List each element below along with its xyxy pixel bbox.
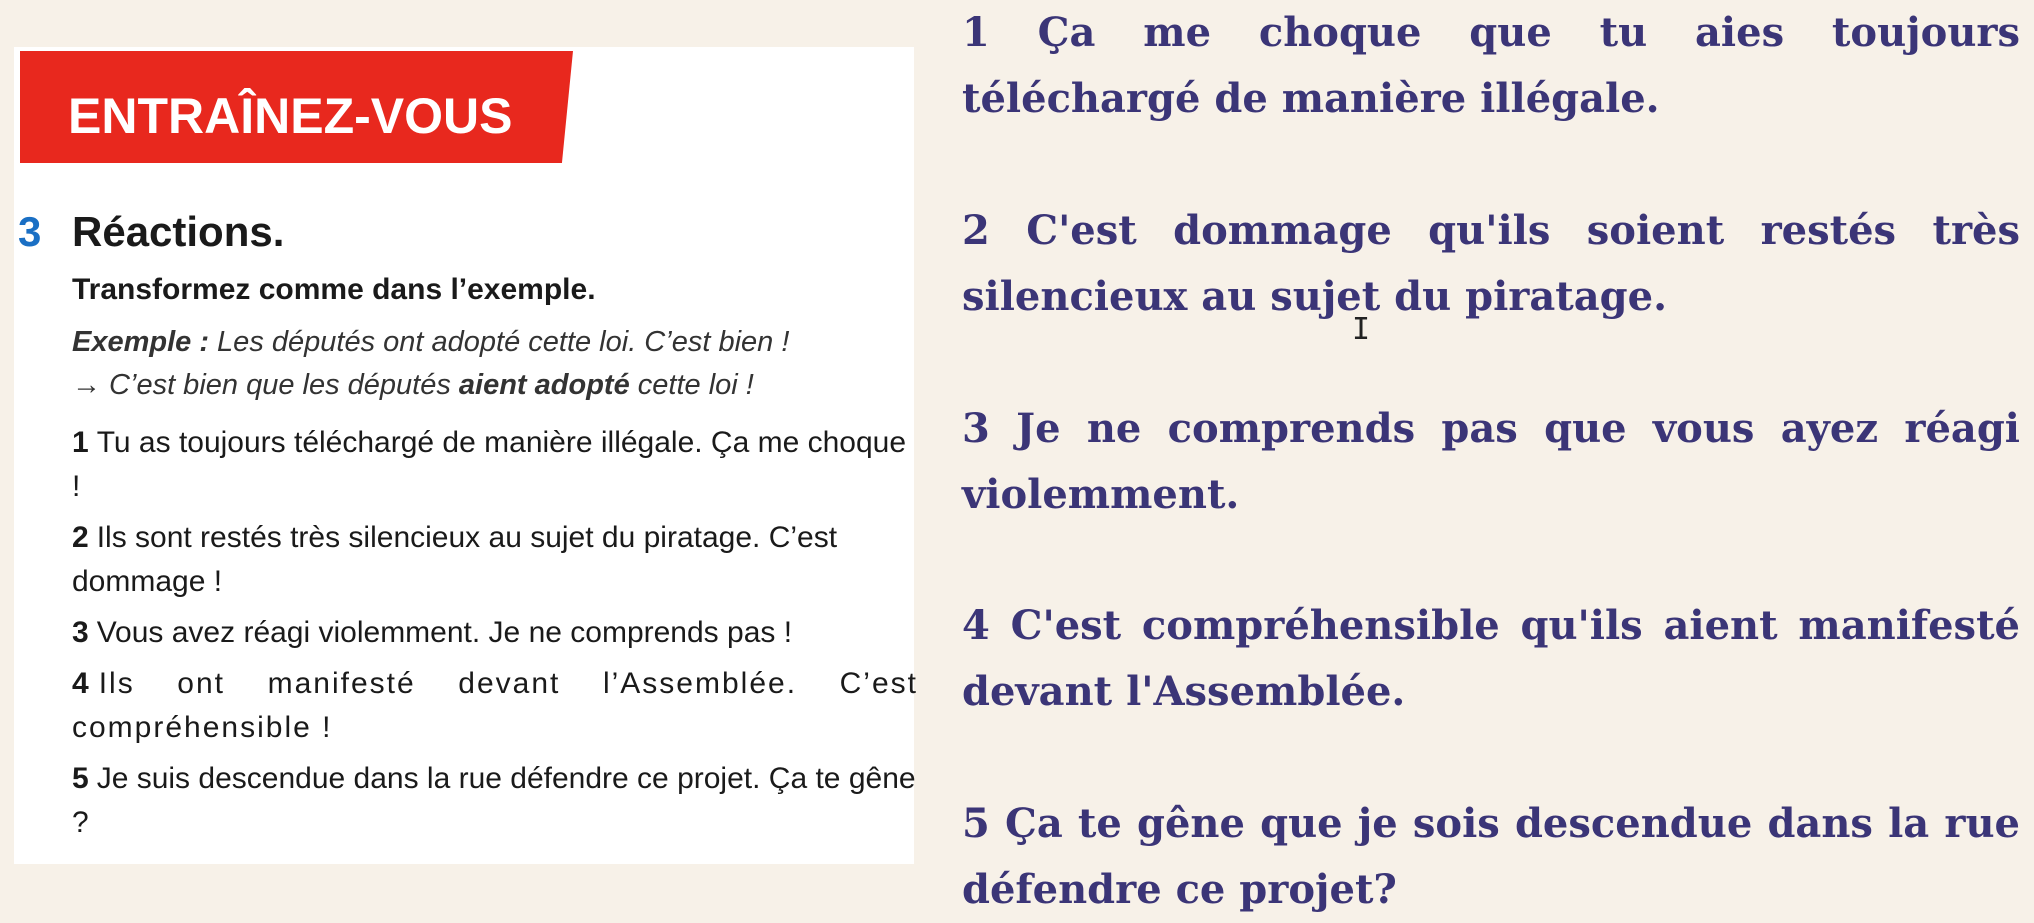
item-number: 4	[72, 667, 91, 700]
textbook-excerpt: ENTRAÎNEZ-VOUS 3 Réactions. Transformez …	[14, 47, 916, 864]
item-text: Ils ont manifesté devant l’Assemblée. C’…	[72, 667, 918, 744]
exercise-items: 1 Tu as toujours téléchargé de manière il…	[72, 421, 918, 852]
example-answer-line: → C’est bien que les députés aient adopt…	[72, 364, 912, 407]
example-label: Exemple :	[72, 326, 209, 358]
exercise-item: 5 Je suis descendue dans la rue défendre …	[72, 757, 918, 845]
answer-1: 1 Ça me choque que tu aies toujours télé…	[962, 9, 2020, 122]
example-end-text: cette loi !	[629, 369, 754, 401]
answer-4: 4 C'est compréhensible qu'ils aient mani…	[962, 602, 2020, 715]
item-text: Ils sont restés très silencieux au sujet…	[72, 521, 838, 598]
item-number: 2	[72, 521, 89, 554]
exercise-example: Exemple : Les députés ont adopté cette l…	[72, 321, 912, 407]
banner-title: ENTRAÎNEZ-VOUS	[68, 88, 513, 144]
example-text: Les députés ont adopté cette loi. C’est …	[209, 326, 790, 358]
exercise-item: 3 Vous avez réagi violemment. Je ne compr…	[72, 611, 918, 655]
section-banner: ENTRAÎNEZ-VOUS	[20, 51, 573, 163]
exercise-item: 2 Ils sont restés très silencieux au suje…	[72, 516, 918, 604]
exercise-title: Réactions.	[72, 208, 285, 255]
exercise-instruction: Transformez comme dans l’exemple.	[72, 273, 596, 306]
item-number: 3	[72, 616, 89, 649]
exercise-number: 3	[18, 208, 42, 255]
example-arrow-text: → C’est bien que les députés	[72, 369, 459, 401]
item-number: 1	[72, 426, 89, 459]
item-text: Tu as toujours téléchargé de manière ill…	[72, 426, 907, 503]
exercise-item: 1 Tu as toujours téléchargé de manière il…	[72, 421, 918, 509]
item-number: 5	[72, 762, 89, 795]
item-text: Vous avez réagi violemment. Je ne compre…	[96, 616, 793, 649]
item-text: Je suis descendue dans la rue défendre c…	[72, 762, 916, 839]
answer-2: 2 C'est dommage qu'ils soient restés trè…	[962, 207, 2020, 320]
example-line: Exemple : Les députés ont adopté cette l…	[72, 321, 912, 364]
answer-3: 3 Je ne comprends pas que vous ayez réag…	[962, 405, 2020, 518]
exercise-item: 4 Ils ont manifesté devant l’Assemblée. C…	[72, 662, 918, 750]
text-cursor-icon: I	[1352, 312, 1371, 347]
example-bold-text: aient adopté	[458, 369, 630, 401]
answer-5: 5 Ça te gêne que je sois descendue dans …	[962, 800, 2020, 913]
